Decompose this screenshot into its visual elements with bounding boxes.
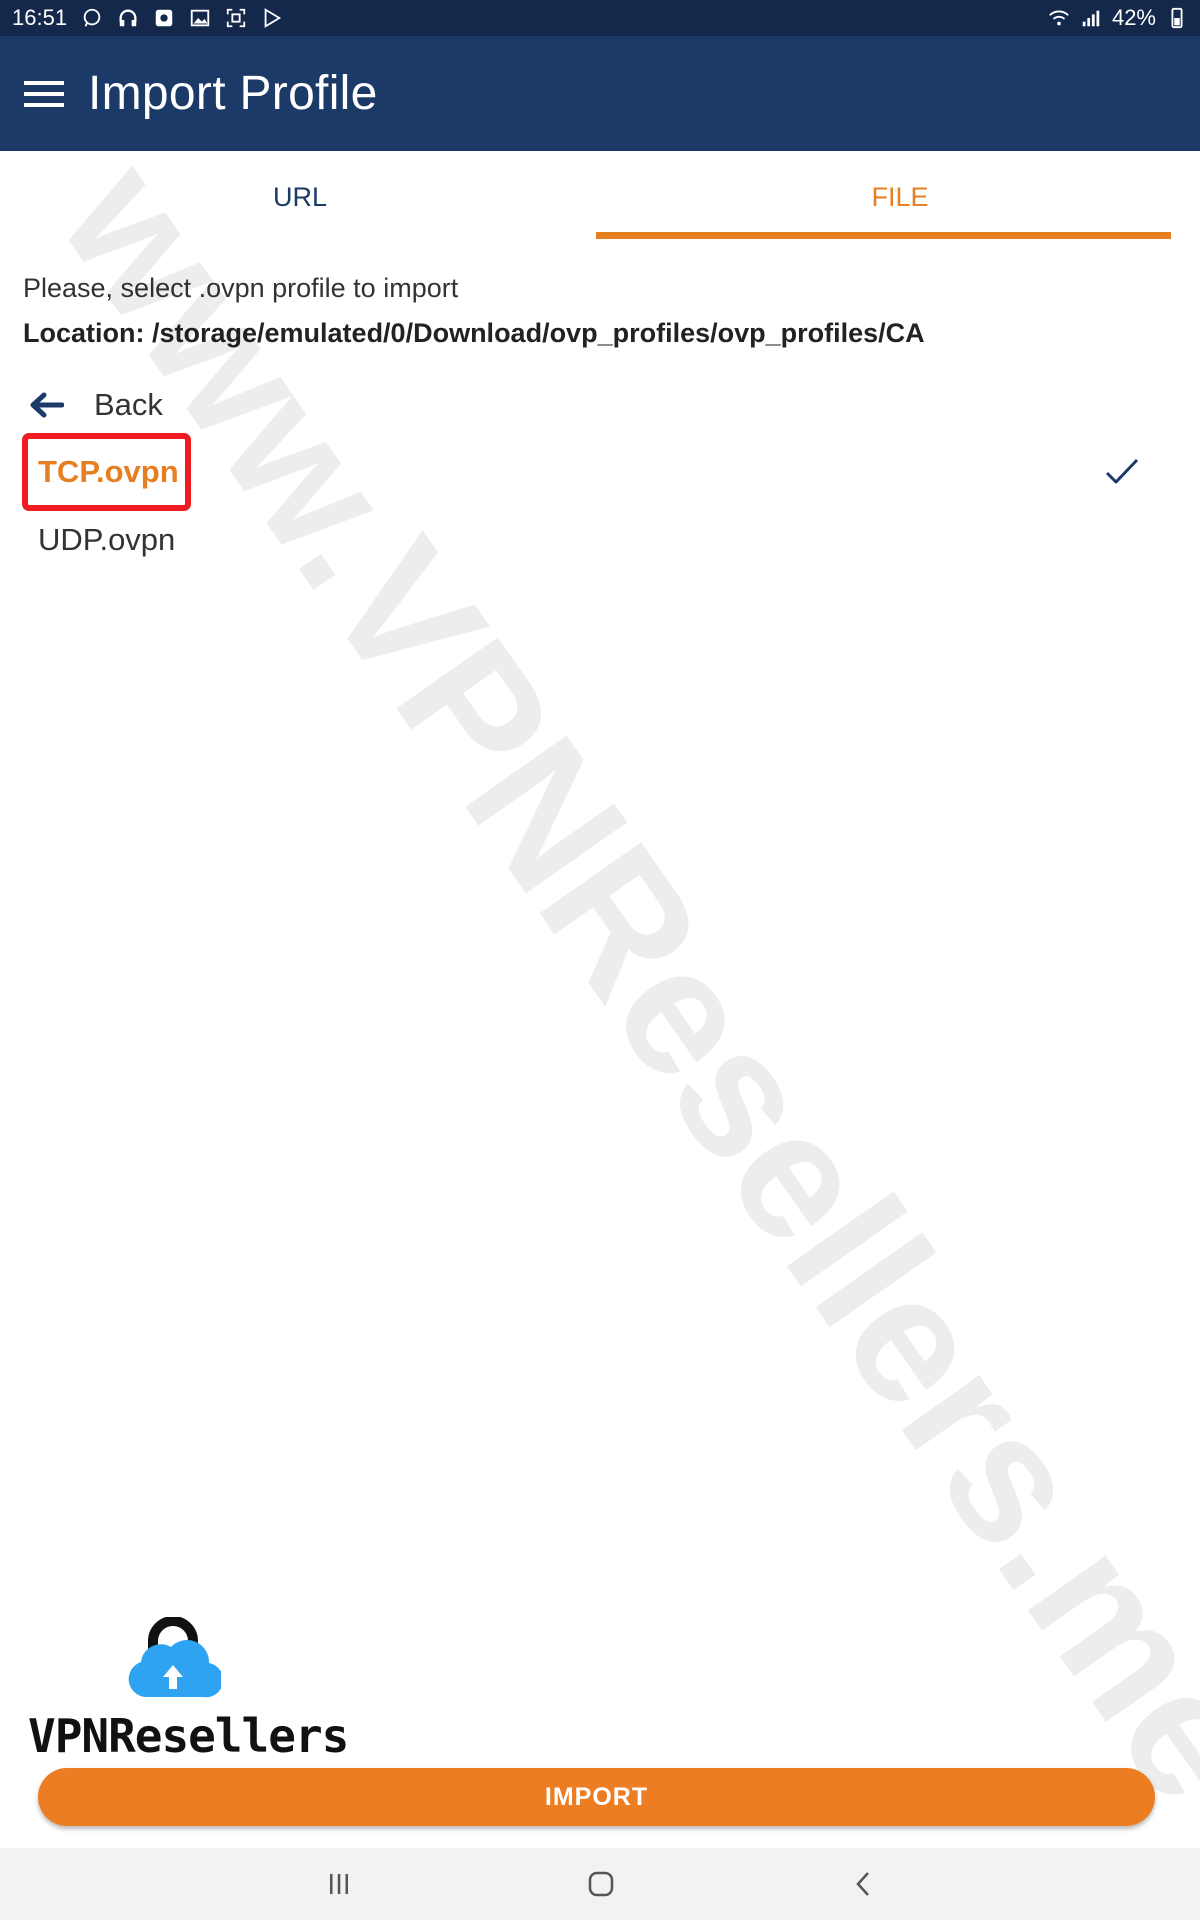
headphones-icon — [117, 7, 139, 29]
hamburger-menu-icon[interactable] — [22, 72, 66, 116]
file-item-tcp[interactable]: TCP.ovpn — [0, 441, 1200, 503]
recent-apps-icon[interactable] — [309, 1860, 369, 1908]
select-profile-prompt: Please, select .ovpn profile to import — [23, 273, 459, 303]
logo-text: VPNResellers — [28, 1709, 349, 1763]
watermark: www.VPNResellers.me — [22, 127, 1200, 1836]
app-bar: Import Profile — [0, 36, 1200, 151]
image-icon — [189, 7, 211, 29]
page-title: Import Profile — [88, 67, 378, 120]
back-button[interactable]: Back — [28, 380, 163, 430]
location-path: Location: /storage/emulated/0/Download/o… — [23, 318, 925, 348]
tab-bar: URL FILE — [0, 151, 1200, 243]
signal-icon — [1080, 7, 1102, 29]
status-left: 16:51 — [12, 5, 283, 31]
import-button[interactable]: IMPORT — [38, 1768, 1155, 1826]
screenshot-icon — [225, 7, 247, 29]
file-item-udp[interactable]: UDP.ovpn — [0, 509, 1200, 571]
battery-icon — [1166, 7, 1188, 29]
back-nav-icon[interactable] — [834, 1860, 894, 1908]
vpnresellers-logo: VPNResellers — [28, 1617, 349, 1763]
wifi-icon — [1048, 7, 1070, 29]
file-name: UDP.ovpn — [38, 522, 176, 557]
file-name: TCP.ovpn — [38, 454, 179, 489]
status-right: 42% — [1048, 5, 1188, 31]
status-bar: 16:51 42% — [0, 0, 1200, 36]
battery-level: 42% — [1111, 5, 1156, 30]
status-time: 16:51 — [12, 5, 68, 30]
cloud-lock-icon — [128, 1617, 221, 1698]
active-tab-indicator — [596, 232, 1171, 239]
play-store-icon — [261, 7, 283, 29]
checkmark-icon — [1105, 458, 1139, 484]
tab-url[interactable]: URL — [0, 151, 600, 243]
back-label: Back — [94, 387, 163, 422]
navigation-bar — [0, 1848, 1200, 1920]
tab-file[interactable]: FILE — [600, 151, 1200, 243]
home-icon[interactable] — [571, 1860, 631, 1908]
arrow-left-icon — [30, 392, 64, 418]
app-notification-icon — [153, 7, 175, 29]
whatsapp-icon — [81, 7, 103, 29]
